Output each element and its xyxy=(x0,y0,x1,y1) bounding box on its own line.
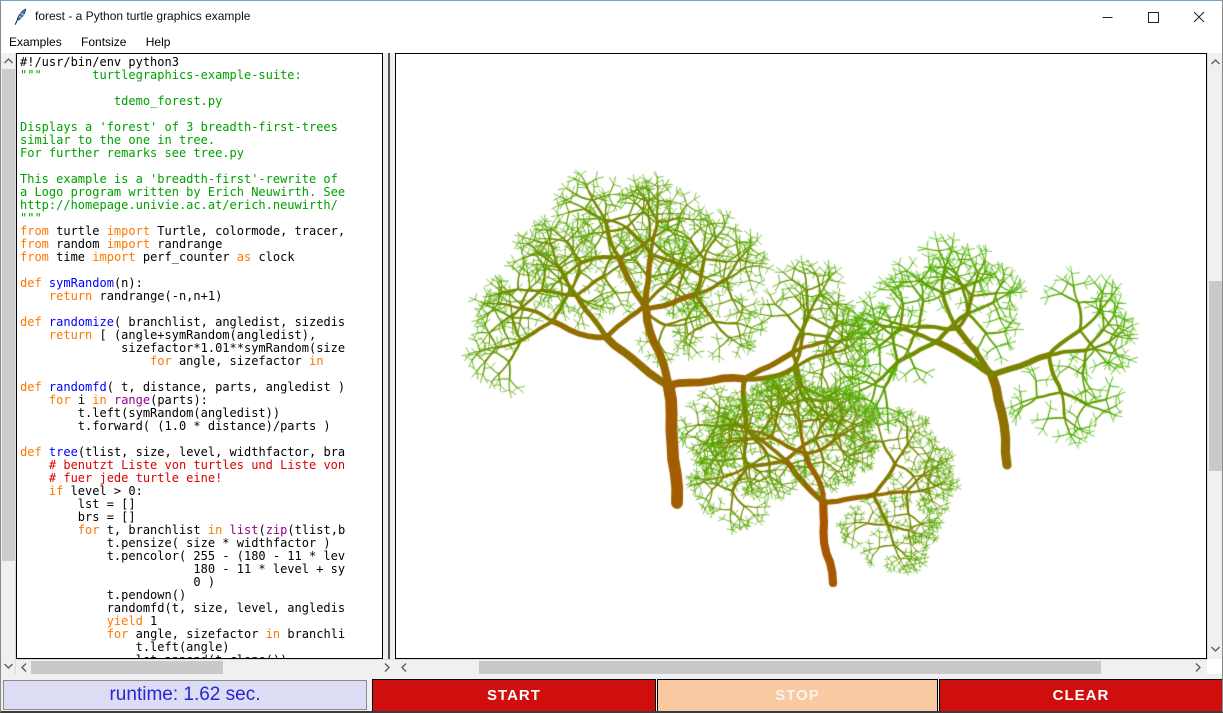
scroll-up-arrow[interactable] xyxy=(1208,56,1223,68)
canvas-hscroll-thumb[interactable] xyxy=(479,661,1101,674)
code-line: t.forward( (1.0 * distance)/parts ) xyxy=(20,420,345,433)
close-button[interactable] xyxy=(1176,1,1222,33)
code-pane[interactable]: #!/usr/bin/env python3""" turtlegraphics… xyxy=(16,53,383,659)
title-bar: forest - a Python turtle graphics exampl… xyxy=(1,1,1222,33)
maximize-button[interactable] xyxy=(1130,1,1176,33)
pane-sash[interactable] xyxy=(383,53,395,659)
scroll-down-arrow[interactable] xyxy=(1208,643,1223,655)
maximize-icon xyxy=(1148,12,1159,23)
close-icon xyxy=(1193,11,1205,23)
minimize-icon xyxy=(1102,12,1113,23)
code-line: from time import perf_counter as clock xyxy=(20,251,345,264)
code-vertical-scrollbar[interactable] xyxy=(1,53,16,674)
code-line: tdemo_forest.py xyxy=(20,95,345,108)
code-line: http://homepage.univie.ac.at/erich.neuwi… xyxy=(20,199,345,212)
turtle-graphics-canvas[interactable] xyxy=(396,54,1206,658)
clear-button[interactable]: CLEAR xyxy=(939,679,1223,712)
runtime-status: runtime: 1.62 sec. xyxy=(3,680,367,710)
code-hscroll-thumb[interactable] xyxy=(31,661,223,674)
code-line: return randrange(-n,n+1) xyxy=(20,290,345,303)
chevron-left-icon xyxy=(401,663,407,672)
canvas-vscroll-thumb[interactable] xyxy=(1209,281,1223,471)
chevron-left-icon xyxy=(21,663,27,672)
code-text: #!/usr/bin/env python3""" turtlegraphics… xyxy=(20,56,345,659)
turtle-canvas-pane[interactable] xyxy=(395,53,1207,659)
scroll-up-arrow[interactable] xyxy=(1,55,16,67)
start-button[interactable]: START xyxy=(372,679,656,712)
menu-help[interactable]: Help xyxy=(138,33,179,52)
chevron-right-icon xyxy=(1195,663,1201,672)
window-title: forest - a Python turtle graphics exampl… xyxy=(35,9,250,23)
code-line: """ turtlegraphics-example-suite: xyxy=(20,69,345,82)
scroll-left-arrow[interactable] xyxy=(398,660,410,675)
scroll-left-arrow[interactable] xyxy=(18,660,30,675)
chevron-up-icon xyxy=(1211,59,1220,65)
code-vscroll-thumb[interactable] xyxy=(2,69,15,561)
feather-icon xyxy=(12,8,29,26)
code-line: for angle, sizefactor in xyxy=(20,355,345,368)
scroll-right-arrow[interactable] xyxy=(1192,660,1204,675)
menu-bar: Examples Fontsize Help xyxy=(1,33,1222,53)
runtime-label: runtime: 1.62 sec. xyxy=(109,684,260,706)
canvas-horizontal-scrollbar[interactable] xyxy=(395,659,1207,674)
menu-fontsize[interactable]: Fontsize xyxy=(73,33,134,52)
canvas-vertical-scrollbar[interactable] xyxy=(1207,53,1223,659)
chevron-down-icon xyxy=(1211,646,1220,652)
menu-examples[interactable]: Examples xyxy=(1,33,70,52)
chevron-up-icon xyxy=(4,58,13,64)
bottom-bar: runtime: 1.62 sec. START STOP CLEAR xyxy=(1,679,1222,712)
chevron-down-icon xyxy=(4,663,13,669)
scroll-down-arrow[interactable] xyxy=(1,660,16,672)
code-horizontal-scrollbar[interactable] xyxy=(16,659,395,674)
scroll-right-arrow[interactable] xyxy=(381,660,393,675)
chevron-right-icon xyxy=(384,663,390,672)
stop-button[interactable]: STOP xyxy=(657,679,938,712)
minimize-button[interactable] xyxy=(1084,1,1130,33)
code-line: For further remarks see tree.py xyxy=(20,147,345,160)
app-window: forest - a Python turtle graphics exampl… xyxy=(0,0,1223,713)
